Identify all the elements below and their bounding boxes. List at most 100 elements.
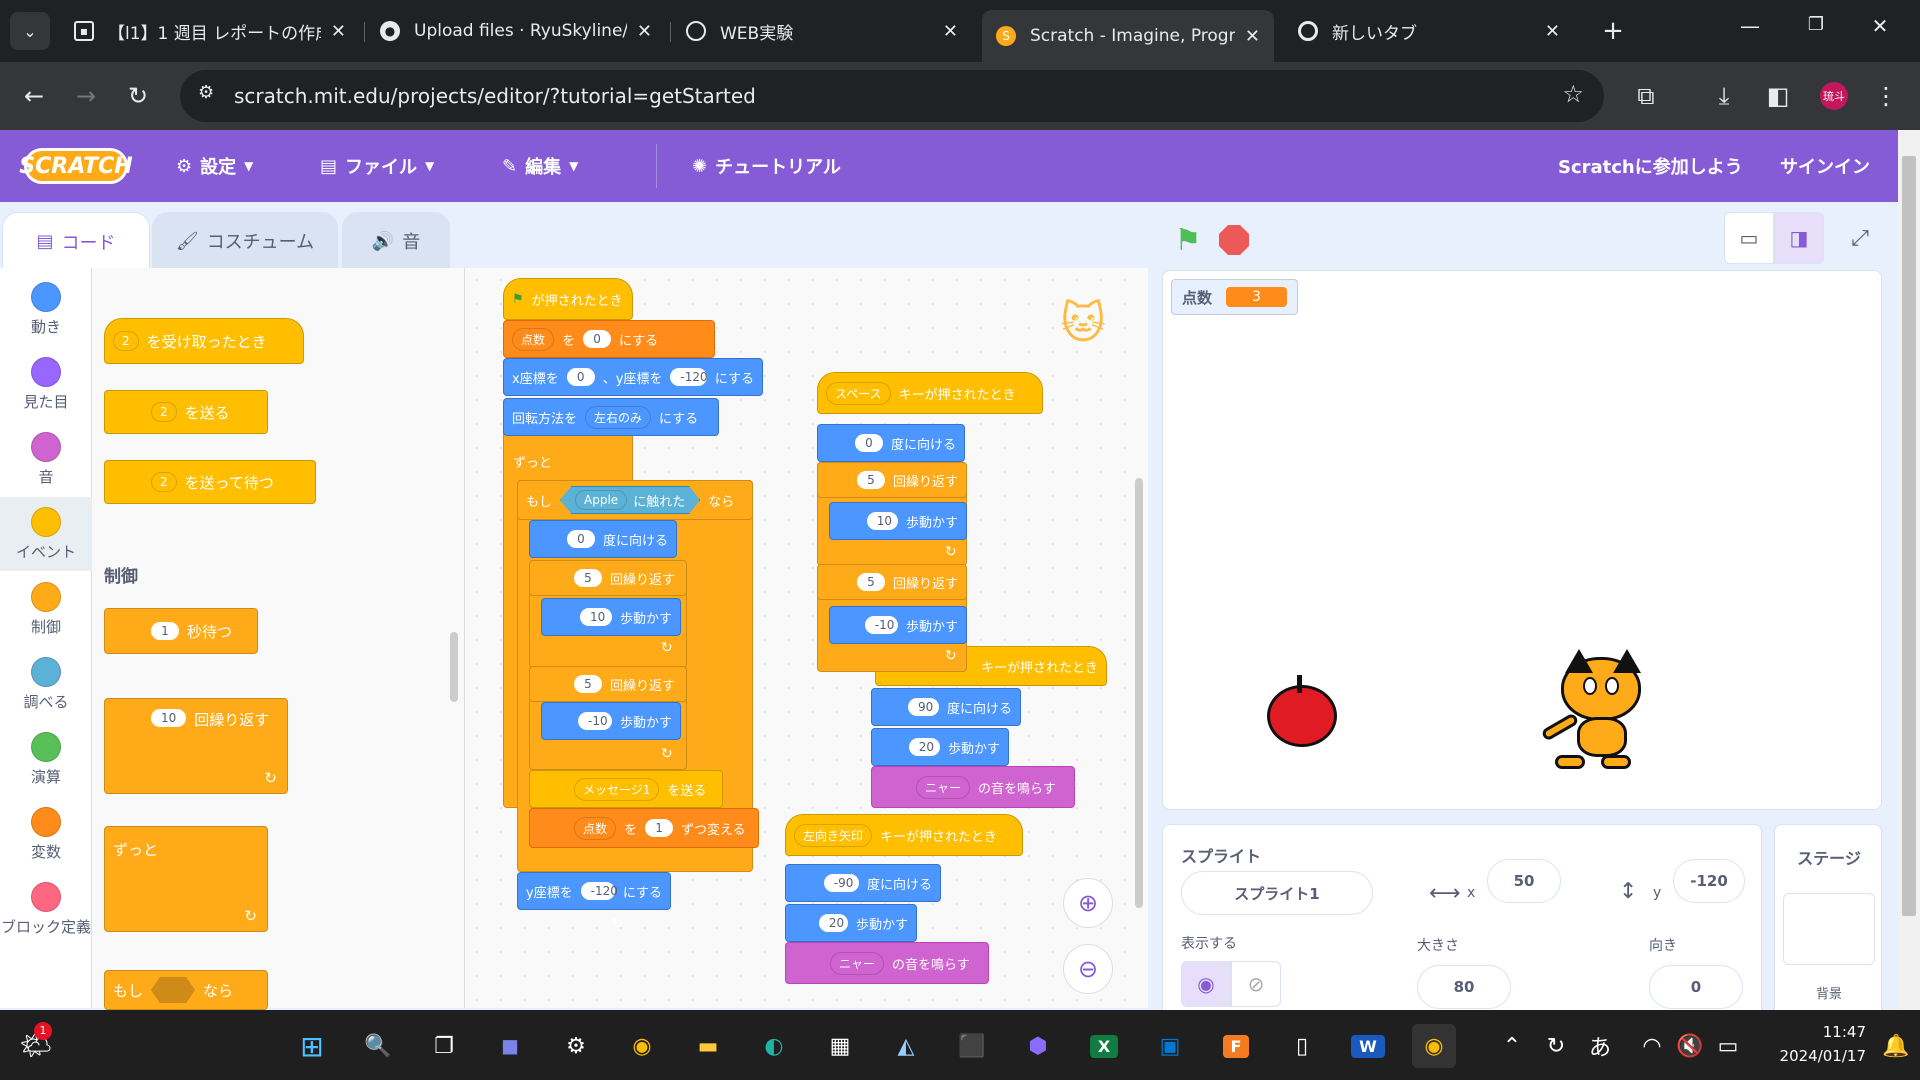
chrome-button[interactable]: ◉ — [620, 1024, 664, 1068]
close-icon[interactable]: ✕ — [331, 21, 346, 42]
category-operators[interactable]: 演算 — [0, 722, 92, 796]
repeat-block[interactable]: 5 回繰り返す — [817, 462, 967, 498]
site-info-icon[interactable]: ⚙ — [198, 82, 214, 103]
restore-button[interactable]: ❐ — [1796, 14, 1836, 48]
notepad-button[interactable]: ▯ — [1280, 1024, 1324, 1068]
file-menu[interactable]: ▤ ファイル ▼ — [320, 130, 434, 202]
move-steps-block[interactable]: 10 歩動かす — [541, 598, 681, 636]
category-variables[interactable]: 変数 — [0, 797, 92, 871]
scratch-logo[interactable]: SCRATCH — [19, 148, 133, 184]
show-button[interactable]: ◉ — [1181, 961, 1231, 1007]
palette-broadcast-block[interactable]: 2 を送る — [104, 390, 268, 434]
page-scrollbar[interactable] — [1898, 130, 1920, 1010]
palette-forever-block[interactable]: ずっと ↻ — [104, 826, 268, 932]
browser-tab[interactable]: 新しいタブ ✕ — [1284, 10, 1574, 52]
point-direction-block[interactable]: -90 度に向ける — [785, 864, 941, 902]
profile-avatar[interactable]: 琉斗 — [1814, 76, 1854, 116]
tab-sound[interactable]: 🔊 音 — [342, 212, 450, 270]
category-control[interactable]: 制御 — [0, 572, 92, 646]
point-direction-block[interactable]: 90 度に向ける — [871, 688, 1021, 726]
category-sensing[interactable]: 調べる — [0, 647, 92, 721]
repeat-block[interactable]: 5 回繰り返す — [817, 564, 967, 600]
move-steps-block[interactable]: -10 歩動かす — [541, 702, 681, 740]
teams-button[interactable]: ◼ — [488, 1024, 532, 1068]
store-button[interactable]: ▦ — [818, 1024, 862, 1068]
goto-xy-block[interactable]: x座標を 0 、y座標を -120 にする — [503, 358, 763, 396]
tutorial-button[interactable]: ✺ チュートリアル — [692, 130, 841, 202]
url-input[interactable]: ⚙ scratch.mit.edu/projects/editor/?tutor… — [180, 70, 1604, 122]
tab-code[interactable]: ▤ コード — [2, 212, 150, 270]
palette-broadcast-wait-block[interactable]: 2 を送って待つ — [104, 460, 316, 504]
sprite-name-input[interactable]: スプライト1 — [1181, 871, 1373, 915]
when-flag-clicked-block[interactable]: ⚑ が押されたとき — [503, 278, 633, 320]
acrobat-button[interactable]: ⬛ — [950, 1024, 994, 1068]
apple-sprite[interactable] — [1267, 675, 1337, 747]
y-input[interactable]: -120 — [1673, 859, 1745, 903]
clock[interactable]: 11:47 2024/01/17 — [1756, 1020, 1866, 1068]
small-stage-button[interactable]: ▭ — [1724, 212, 1774, 264]
repeat-block[interactable]: 5 回繰り返す — [529, 560, 687, 596]
script-area[interactable]: ⚑ が押されたとき 点数を 0 にする x座標を 0 、y座標を -120 にする 回転方法を… — [465, 268, 1148, 1008]
direction-input[interactable]: 0 — [1649, 965, 1743, 1009]
palette-repeat-block[interactable]: 10 回繰り返す ↻ — [104, 698, 288, 794]
explorer-button[interactable]: ▬ — [686, 1024, 730, 1068]
fusion-button[interactable]: F — [1214, 1024, 1258, 1068]
stage-selector-panel[interactable]: ステージ 背景 — [1774, 824, 1882, 1014]
category-sound[interactable]: 音 — [0, 422, 92, 496]
stage-canvas[interactable]: 点数 3 — [1162, 270, 1882, 810]
play-sound-block[interactable]: ニャー の音を鳴らす — [871, 766, 1075, 808]
edit-menu[interactable]: ✎ 編集 ▼ — [502, 130, 578, 202]
settings-menu[interactable]: ⚙ 設定 ▼ — [176, 130, 253, 202]
touching-sensing-block[interactable]: Apple に触れた — [560, 486, 701, 514]
downloads-button[interactable]: ⤓ — [1704, 76, 1744, 116]
copilot-button[interactable]: ⬢ — [1016, 1024, 1060, 1068]
set-variable-block[interactable]: 点数を 0 にする — [503, 320, 715, 358]
word-button[interactable]: W — [1346, 1024, 1390, 1068]
browser-tab[interactable]: WEB実験 ✕ — [672, 10, 972, 52]
reload-button[interactable]: ↻ — [118, 76, 158, 116]
set-y-block[interactable]: y座標を -120 にする — [517, 872, 671, 910]
forward-button[interactable]: → — [66, 76, 106, 116]
browser-tab[interactable]: ▪ 【l1】1 週目 レポートの作成 ✕ — [60, 10, 360, 52]
cat-sprite[interactable] — [1540, 649, 1659, 781]
if-touching-block[interactable]: もし Apple に触れた なら — [517, 480, 753, 520]
close-icon[interactable]: ✕ — [1245, 26, 1260, 47]
point-direction-block[interactable]: 0 度に向ける — [817, 424, 965, 462]
star-icon[interactable]: ☆ — [1562, 80, 1584, 108]
minimize-button[interactable]: — — [1730, 14, 1770, 48]
fullscreen-button[interactable]: ⤢ — [1834, 212, 1886, 264]
back-button[interactable]: ← — [14, 76, 54, 116]
monitor-button[interactable]: ◭ — [884, 1024, 928, 1068]
move-steps-block[interactable]: -10 歩動かす — [829, 606, 967, 644]
x-input[interactable]: 50 — [1487, 859, 1561, 903]
sync-icon-button[interactable]: ↻ — [1534, 1024, 1578, 1068]
battery-button[interactable]: ▭ — [1706, 1024, 1750, 1068]
settings-button[interactable]: ⚙ — [554, 1024, 598, 1068]
browser-tab[interactable]: ● Upload files · RyuSkyline/ ✕ — [366, 10, 666, 52]
side-panel-button[interactable]: ◧ — [1758, 76, 1798, 116]
menu-button[interactable]: ⋮ — [1866, 76, 1906, 116]
category-my-blocks[interactable]: ブロック定義 — [0, 872, 92, 946]
palette-scrollbar[interactable] — [450, 632, 458, 702]
ime-button[interactable]: あ — [1578, 1024, 1622, 1068]
point-direction-block[interactable]: 0 度に向ける — [529, 520, 677, 558]
change-variable-block[interactable]: 点数を 1 ずつ変える — [529, 808, 759, 848]
play-sound-block[interactable]: ニャー の音を鳴らす — [785, 942, 989, 984]
task-view-button[interactable]: ❐ — [422, 1024, 466, 1068]
when-key-pressed-block[interactable]: 左向き矢印 キーが押されたとき — [785, 814, 1023, 856]
backdrop-thumbnail[interactable] — [1783, 893, 1875, 965]
repeat-block[interactable]: 5 回繰り返す — [529, 666, 687, 702]
search-button[interactable]: 🔍 — [356, 1024, 400, 1068]
tab-search-button[interactable]: ⌄ — [10, 12, 50, 50]
tray-expand-button[interactable]: ⌃ — [1490, 1024, 1534, 1068]
script-scrollbar[interactable] — [1135, 478, 1143, 908]
palette-if-block[interactable]: もし なら — [104, 970, 268, 1010]
palette-when-receive-block[interactable]: 2 を受け取ったとき — [104, 318, 304, 364]
chrome-profile-button[interactable]: ◉ — [1412, 1024, 1456, 1068]
category-events[interactable]: イベント — [0, 497, 92, 571]
signin-link[interactable]: サインイン — [1780, 130, 1870, 202]
stop-button[interactable] — [1214, 220, 1254, 260]
close-window-button[interactable]: ✕ — [1860, 14, 1900, 48]
category-motion[interactable]: 動き — [0, 272, 92, 346]
close-icon[interactable]: ✕ — [637, 21, 652, 42]
